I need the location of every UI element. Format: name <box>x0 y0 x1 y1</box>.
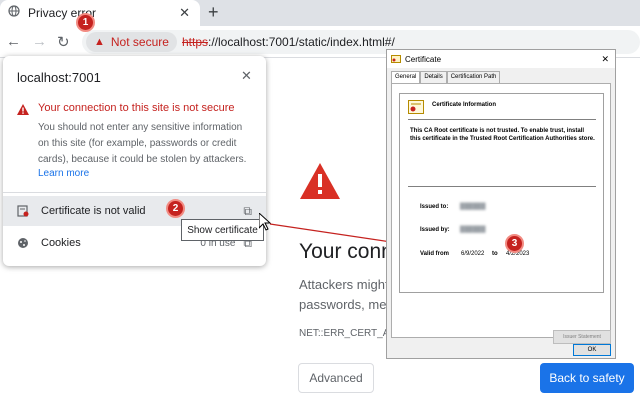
issuer-statement-button[interactable]: Issuer Statement <box>553 330 611 344</box>
certificate-dialog: Certificate ✕ General Details Certificat… <box>386 49 616 359</box>
issued-to-value-redacted: ██████ <box>460 204 486 210</box>
page-description: Attackers might passwords, mes <box>299 275 389 315</box>
close-icon[interactable]: ✕ <box>601 54 609 65</box>
warning-triangle-icon <box>300 163 340 199</box>
external-link-icon[interactable]: ⧉ <box>243 204 252 219</box>
warning-triangle-icon: ▲ <box>94 36 105 48</box>
cookies-row-label: Cookies <box>41 237 81 249</box>
connection-warning-title: Your connection to this site is not secu… <box>38 102 235 114</box>
certificate-icon <box>17 205 29 217</box>
security-chip[interactable]: ▲ Not secure <box>86 32 177 52</box>
cookie-icon <box>18 238 28 248</box>
popup-host: localhost:7001 <box>17 70 101 85</box>
tab-general[interactable]: General <box>391 71 421 83</box>
page-heading: Your conn <box>299 240 393 263</box>
close-icon[interactable]: ✕ <box>241 68 252 84</box>
globe-icon <box>8 4 20 22</box>
dialog-titlebar: Certificate ✕ <box>387 50 615 68</box>
advanced-button[interactable]: Advanced <box>298 363 374 393</box>
certificate-info-box: Certificate Information This CA Root cer… <box>399 93 604 293</box>
issued-by-value-redacted: ██████ <box>460 227 486 233</box>
url-text: https://localhost:7001/static/index.html… <box>182 35 395 49</box>
url-rest: ://localhost:7001/static/index.html#/ <box>208 35 395 49</box>
divider <box>408 119 596 120</box>
description-line: Attackers might <box>299 277 389 292</box>
divider <box>408 186 596 187</box>
tab-certification-path[interactable]: Certification Path <box>446 71 501 83</box>
back-arrow-icon[interactable]: ← <box>6 33 21 50</box>
valid-to-label: to <box>492 251 498 257</box>
certificate-icon <box>391 55 401 63</box>
trust-warning: This CA Root certificate is not trusted.… <box>410 128 595 142</box>
show-certificate-tooltip: Show certificate <box>181 219 264 241</box>
issued-by-label: Issued by: <box>420 227 450 233</box>
tab-details[interactable]: Details <box>420 71 447 83</box>
url-scheme: https <box>182 35 209 49</box>
tab-close-icon[interactable]: ✕ <box>179 5 190 21</box>
dialog-tabs: General Details Certification Path <box>391 71 501 83</box>
certificate-row-label: Certificate is not valid <box>41 205 146 217</box>
warning-triangle-icon <box>17 104 29 115</box>
new-tab-icon[interactable]: + <box>208 2 219 23</box>
ok-button[interactable]: OK <box>573 344 611 356</box>
tab-title: Privacy error <box>28 6 97 20</box>
mouse-cursor-icon <box>259 213 271 231</box>
tab-privacy-error[interactable]: Privacy error ✕ <box>0 0 200 26</box>
description-line: passwords, mes <box>299 297 389 312</box>
callout-badge: 1 <box>76 13 95 32</box>
security-chip-label: Not secure <box>110 35 169 49</box>
general-panel: Certificate Information This CA Root cer… <box>391 83 611 344</box>
divider <box>3 192 266 193</box>
reload-icon[interactable]: ↻ <box>57 33 70 51</box>
callout-badge: 2 <box>166 199 185 218</box>
connection-warning-description: You should not enter any sensitive infor… <box>38 122 247 165</box>
valid-from-label: Valid from <box>420 251 450 257</box>
forward-arrow-icon[interactable]: → <box>32 33 47 50</box>
error-code: NET::ERR_CERT_AUT <box>299 328 389 339</box>
certificate-info-title: Certificate Information <box>432 102 497 108</box>
tab-strip: Privacy error ✕ + <box>0 0 640 26</box>
dialog-title: Certificate <box>405 54 442 64</box>
callout-badge: 3 <box>505 234 524 253</box>
learn-more-link[interactable]: Learn more <box>38 168 89 179</box>
issued-to-label: Issued to: <box>420 204 449 210</box>
valid-from-date: 6/9/2022 <box>461 251 485 257</box>
back-to-safety-button[interactable]: Back to safety <box>540 363 634 393</box>
certificate-icon <box>408 100 424 114</box>
